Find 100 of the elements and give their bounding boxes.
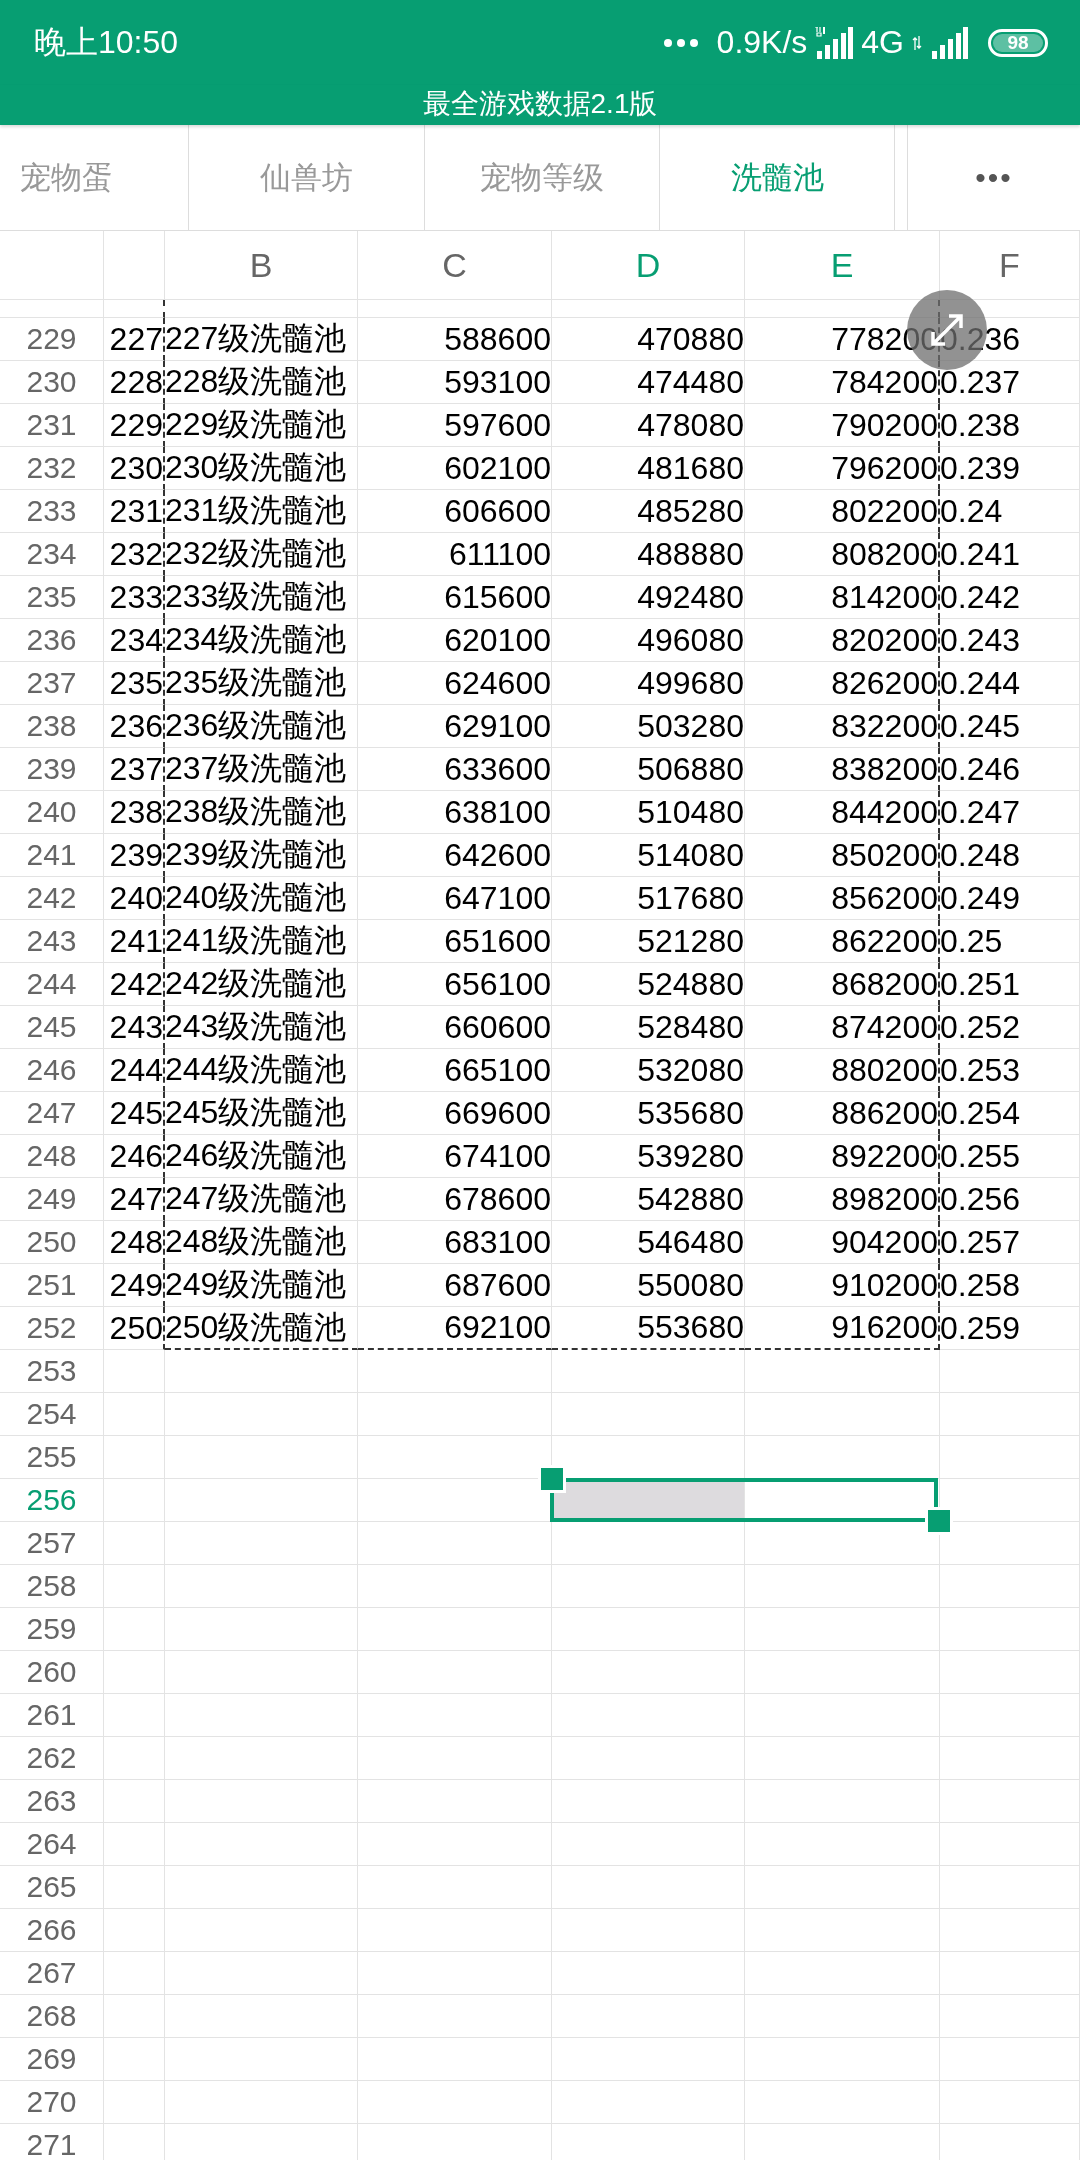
column-header[interactable]: F	[940, 231, 1080, 300]
table-cell-text: 244级洗髓池	[165, 1050, 347, 1089]
row-header[interactable]: 265	[0, 1866, 104, 1909]
row-header[interactable]: 235	[0, 576, 104, 619]
row-header[interactable]: 269	[0, 2038, 104, 2081]
column-header[interactable]: B	[165, 231, 358, 300]
table-cell: 874200	[831, 1008, 938, 1046]
row-header[interactable]: 230	[0, 361, 104, 404]
table-cell-text: 249级洗髓池	[165, 1265, 347, 1304]
row-header[interactable]: 270	[0, 2081, 104, 2124]
table-cell: 0.238	[940, 406, 1021, 444]
row-header[interactable]: 237	[0, 662, 104, 705]
row-header[interactable]: 238	[0, 705, 104, 748]
row-header[interactable]: 260	[0, 1651, 104, 1694]
selection-handle[interactable]	[925, 1507, 953, 1535]
table-cell-text: 239级洗髓池	[165, 835, 347, 874]
row-header[interactable]: 229	[0, 318, 104, 361]
table-cell: 665100	[444, 1051, 551, 1089]
row-header[interactable]: 239	[0, 748, 104, 791]
table-cell: 651600	[444, 922, 551, 960]
table-cell: 235	[109, 664, 163, 702]
table-cell: 602100	[444, 449, 551, 487]
row-header[interactable]: 247	[0, 1092, 104, 1135]
table-cell: 593100	[444, 363, 551, 401]
row-header[interactable]: 255	[0, 1436, 104, 1479]
table-cell-text: 248级洗髓池	[165, 1222, 347, 1261]
table-cell: 503280	[637, 707, 744, 745]
row-header[interactable]: 243	[0, 920, 104, 963]
table-cell: 231	[109, 492, 163, 530]
row-header[interactable]: 233	[0, 490, 104, 533]
table-cell: 236	[109, 707, 163, 745]
row-header[interactable]: 231	[0, 404, 104, 447]
row-header[interactable]: 240	[0, 791, 104, 834]
table-cell: 0.246	[940, 750, 1021, 788]
table-cell: 611100	[448, 535, 551, 573]
table-cell-text: 234级洗髓池	[165, 620, 347, 659]
table-cell: 814200	[831, 578, 938, 616]
network-speed: 0.9K/s	[716, 24, 808, 61]
row-header[interactable]: 267	[0, 1952, 104, 1995]
row-header[interactable]: 251	[0, 1264, 104, 1307]
table-cell: 0.253	[940, 1051, 1021, 1089]
table-cell: 588600	[444, 320, 551, 358]
empty-cell	[104, 2081, 165, 2124]
table-cell: 240	[109, 879, 163, 917]
row-header[interactable]: 261	[0, 1694, 104, 1737]
table-cell: 243	[109, 1008, 163, 1046]
corner-cell[interactable]	[0, 231, 104, 300]
table-cell: 656100	[444, 965, 551, 1003]
table-cell: 683100	[444, 1223, 551, 1261]
table-cell: 246	[109, 1137, 163, 1175]
row-header[interactable]: 250	[0, 1221, 104, 1264]
column-header[interactable]: D	[552, 231, 745, 300]
table-cell: 633600	[444, 750, 551, 788]
column-header[interactable]: C	[358, 231, 552, 300]
table-cell: 248	[109, 1223, 163, 1261]
table-cell: 233	[109, 578, 163, 616]
empty-cell	[104, 1866, 165, 1909]
row-header[interactable]: 245	[0, 1006, 104, 1049]
table-cell: 470880	[637, 320, 744, 358]
selection-handle[interactable]	[538, 1465, 566, 1493]
row-header[interactable]: 264	[0, 1823, 104, 1866]
table-cell: 886200	[831, 1094, 938, 1132]
row-header[interactable]: 268	[0, 1995, 104, 2038]
row-header[interactable]: 234	[0, 533, 104, 576]
row-header[interactable]: 256	[0, 1479, 104, 1522]
row-header[interactable]: 246	[0, 1049, 104, 1092]
row-header[interactable]: 249	[0, 1178, 104, 1221]
row-header[interactable]: 271	[0, 2124, 104, 2160]
more-button[interactable]: •••	[908, 125, 1080, 230]
row-header[interactable]: 232	[0, 447, 104, 490]
row-header[interactable]: 262	[0, 1737, 104, 1780]
table-cell: 242	[109, 965, 163, 1003]
table-cell: 478080	[637, 406, 744, 444]
row-header[interactable]: 252	[0, 1307, 104, 1350]
row-header[interactable]: 236	[0, 619, 104, 662]
row-header[interactable]: 266	[0, 1909, 104, 1952]
row-header[interactable]: 241	[0, 834, 104, 877]
table-cell-text: 242级洗髓池	[165, 964, 347, 1003]
table-cell: 615600	[444, 578, 551, 616]
more-dots-icon	[662, 37, 699, 48]
table-cell: 0.258	[940, 1266, 1021, 1304]
table-cell: 850200	[831, 836, 938, 874]
table-cell: 542880	[637, 1180, 744, 1218]
row-header[interactable]: 257	[0, 1522, 104, 1565]
row-header[interactable]: 242	[0, 877, 104, 920]
row-header[interactable]: 259	[0, 1608, 104, 1651]
table-cell: 692100	[444, 1309, 551, 1346]
row-header[interactable]: 244	[0, 963, 104, 1006]
table-cell: 820200	[831, 621, 938, 659]
sheet-tab[interactable]: 洗髓池	[660, 125, 895, 230]
row-header[interactable]: 248	[0, 1135, 104, 1178]
row-header[interactable]: 254	[0, 1393, 104, 1436]
empty-cell	[104, 1737, 165, 1780]
row-header[interactable]: 253	[0, 1350, 104, 1393]
row-header[interactable]: 258	[0, 1565, 104, 1608]
column-header[interactable]: E	[745, 231, 940, 300]
table-cell: 247	[109, 1180, 163, 1218]
table-cell: 0.24	[940, 492, 1003, 530]
table-cell: 499680	[637, 664, 744, 702]
row-header[interactable]: 263	[0, 1780, 104, 1823]
